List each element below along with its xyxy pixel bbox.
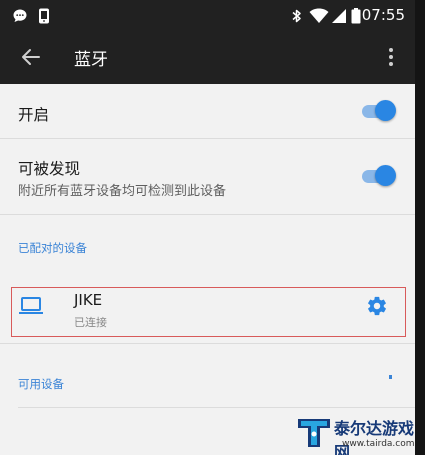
more-vert-icon[interactable]: [384, 44, 398, 70]
phone-icon: [39, 8, 49, 24]
available-devices-header: 可用设备: [18, 377, 64, 391]
bluetooth-enable-row[interactable]: 开启: [0, 84, 415, 138]
status-time: 07:55: [361, 6, 405, 24]
discoverable-toggle[interactable]: [362, 164, 396, 188]
watermark-brand: 泰尔达游戏网: [334, 419, 415, 455]
device-status: 已连接: [74, 316, 107, 329]
arrow-back-icon[interactable]: [19, 45, 43, 69]
wifi-icon: [309, 8, 329, 23]
bluetooth-settings-screen: 07:55 蓝牙 开启 可被发现 附近所有蓝牙设备均可检测到此设备 已配对的设备: [0, 0, 415, 455]
device-name: JIKE: [74, 291, 103, 309]
app-bar: 蓝牙: [0, 32, 415, 84]
chat-icon: [13, 9, 27, 22]
screen-edge: [415, 0, 425, 455]
scanning-indicator: [389, 375, 392, 379]
discoverable-row[interactable]: 可被发现 附近所有蓝牙设备均可检测到此设备: [0, 139, 415, 214]
toggle-thumb: [375, 100, 396, 121]
divider: [0, 214, 415, 215]
divider: [0, 343, 415, 344]
laptop-icon: [19, 297, 43, 314]
bluetooth-toggle[interactable]: [362, 99, 396, 123]
watermark-url: www.tairda.com: [342, 439, 415, 449]
paired-device-item[interactable]: [11, 287, 406, 337]
battery-icon: [351, 8, 361, 24]
page-title: 蓝牙: [74, 50, 108, 70]
site-watermark: 泰尔达游戏网 www.tairda.com: [290, 405, 415, 455]
bluetooth-icon: [292, 9, 301, 23]
toggle-thumb: [375, 165, 396, 186]
signal-icon: [332, 9, 346, 23]
enable-label: 开启: [18, 106, 50, 124]
discoverable-label: 可被发现: [18, 160, 81, 178]
paired-devices-header: 已配对的设备: [18, 241, 87, 255]
status-bar: 07:55: [0, 0, 415, 32]
brand-logo: [298, 419, 330, 447]
discoverable-description: 附近所有蓝牙设备均可检测到此设备: [18, 184, 227, 199]
gear-icon[interactable]: [366, 295, 388, 317]
